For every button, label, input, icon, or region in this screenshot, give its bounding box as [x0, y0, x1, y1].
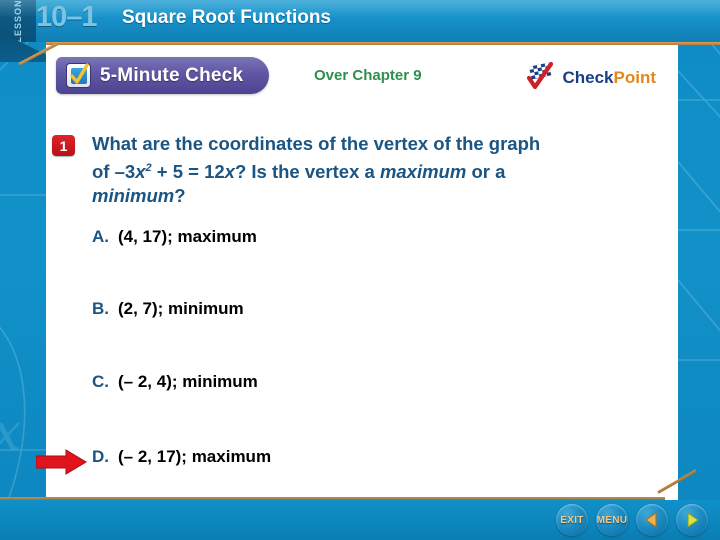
arrow-right-icon	[687, 512, 699, 528]
question-var-x1: x	[135, 161, 146, 183]
checkpoint-word-point: Point	[613, 67, 657, 87]
choice-b[interactable]: B. (2, 7); minimum	[92, 299, 244, 319]
lesson-vertical-label: LESSON	[13, 0, 23, 42]
exit-button[interactable]: EXIT	[556, 504, 588, 536]
choice-d-label: D.	[92, 447, 109, 466]
choice-c-value: (– 2, 4); minimum	[118, 372, 258, 391]
question-line-2-mid: + 5 = 12	[151, 161, 225, 183]
choice-d-value: (– 2, 17); maximum	[118, 447, 272, 466]
choice-a-value: (4, 17); maximum	[118, 227, 257, 246]
checkpoint-wordmark: CheckPoint	[562, 69, 656, 86]
question-line-2-end: or a	[466, 161, 506, 183]
header-divider-rule	[46, 42, 720, 45]
header-gloss	[0, 0, 720, 18]
menu-button[interactable]: MENU	[596, 504, 628, 536]
right-strip-pattern	[678, 39, 720, 361]
choice-c[interactable]: C. (– 2, 4); minimum	[92, 372, 258, 392]
checkpoint-logo: CheckPoint	[525, 61, 656, 93]
question-line-2-prefix: of –3	[92, 161, 136, 183]
choice-c-label: C.	[92, 372, 109, 391]
choice-a[interactable]: A. (4, 17); maximum	[92, 227, 257, 247]
page-title: Square Root Functions	[122, 7, 331, 28]
choice-b-value: (2, 7); minimum	[118, 299, 244, 318]
svg-text:x: x	[0, 403, 21, 463]
question-line-2-tail: ? Is the vertex a	[234, 161, 380, 183]
previous-slide-button[interactable]	[636, 504, 668, 536]
question-emphasis-minimum: minimum	[92, 185, 175, 207]
choice-d[interactable]: D. (– 2, 17); maximum	[92, 447, 271, 467]
checkpoint-word-check: Check	[562, 67, 614, 87]
checkmark-glyph	[70, 63, 89, 84]
arrow-left-icon	[645, 512, 657, 528]
question-line-3-end: ?	[174, 185, 186, 207]
check-banner-row: 5-Minute Check Over Chapter 9 CheckPoint	[46, 57, 674, 99]
slide-canvas: f x LESSON 10–1 Square Root Functions	[0, 0, 720, 540]
menu-button-label: MENU	[596, 514, 628, 526]
next-slide-button[interactable]	[676, 504, 708, 536]
lesson-number: 10–1	[36, 1, 98, 33]
question-number-badge: 1	[52, 135, 75, 156]
slide-header: LESSON 10–1 Square Root Functions	[0, 0, 720, 42]
checkbox-icon	[66, 63, 91, 88]
exit-button-label: EXIT	[560, 514, 584, 526]
over-chapter-label: Over Chapter 9	[314, 67, 422, 84]
choice-a-label: A.	[92, 227, 109, 246]
question-emphasis-maximum: maximum	[379, 161, 467, 183]
question-line-1: What are the coordinates of the vertex o…	[92, 133, 541, 154]
right-decorative-strip	[678, 0, 720, 540]
navigation-buttons: EXIT MENU	[556, 504, 708, 536]
slide-footer: EXIT MENU	[0, 500, 720, 540]
choice-b-label: B.	[92, 299, 109, 318]
question-text: What are the coordinates of the vertex o…	[92, 132, 682, 208]
correct-answer-arrow-icon	[35, 449, 88, 475]
five-minute-check-label: 5-Minute Check	[100, 64, 244, 86]
question-var-x2: x	[224, 161, 235, 183]
five-minute-check-banner: 5-Minute Check	[56, 57, 270, 94]
question-block: 1 What are the coordinates of the vertex…	[52, 132, 682, 208]
checkered-flag-icon	[525, 61, 561, 92]
